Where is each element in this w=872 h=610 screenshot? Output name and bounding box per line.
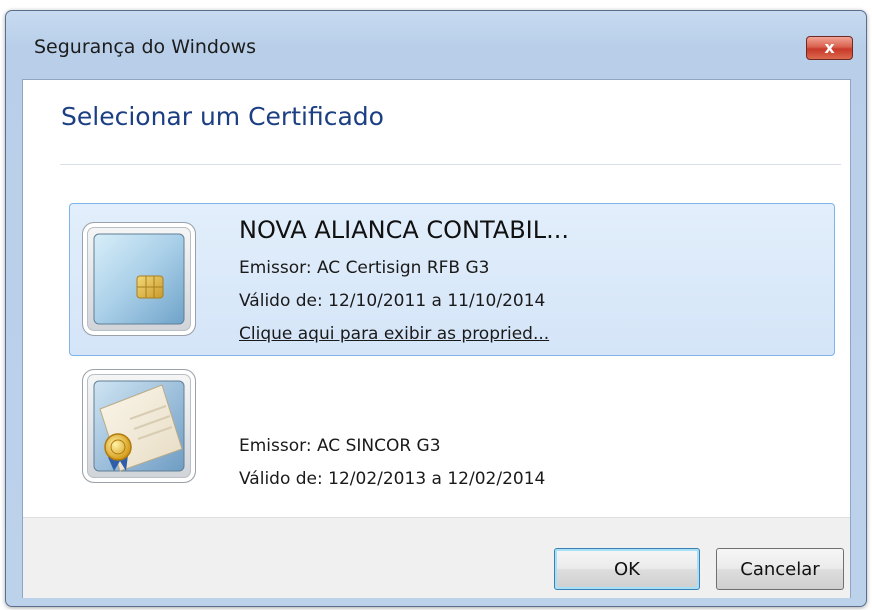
certificate-issuer: Emissor: AC SINCOR G3	[239, 436, 441, 456]
view-properties-link[interactable]: Clique aqui para exibir as propried...	[239, 324, 549, 344]
certificate-item-1[interactable]: NOVA ALIANCA CONTABIL... Emissor: AC Cer…	[69, 203, 835, 356]
heading-divider	[60, 164, 841, 165]
certificate-name: NOVA ALIANCA CONTABIL...	[239, 216, 570, 244]
smartcard-icon	[82, 222, 196, 336]
close-icon: x	[824, 38, 835, 57]
title-bar[interactable]: Segurança do Windows x	[6, 11, 866, 79]
certificate-validity: Válido de: 12/02/2013 a 12/02/2014	[239, 469, 546, 489]
certificate-item-2[interactable]: Emissor: AC SINCOR G3 Válido de: 12/02/2…	[69, 360, 835, 513]
window-title: Segurança do Windows	[34, 36, 257, 58]
cancel-button[interactable]: Cancelar	[716, 548, 844, 590]
button-bar: OK Cancelar	[23, 517, 850, 598]
certificate-validity: Válido de: 12/10/2011 a 11/10/2014	[239, 291, 546, 311]
certificate-icon	[82, 369, 196, 483]
dialog-window: Segurança do Windows x Selecionar um Cer…	[5, 10, 867, 607]
close-button[interactable]: x	[806, 36, 853, 60]
ok-button[interactable]: OK	[554, 548, 700, 590]
dialog-heading: Selecionar um Certificado	[61, 102, 384, 131]
dialog-content: Selecionar um Certificado NOVA ALIANCA C…	[22, 79, 851, 598]
certificate-issuer: Emissor: AC Certisign RFB G3	[239, 258, 490, 278]
